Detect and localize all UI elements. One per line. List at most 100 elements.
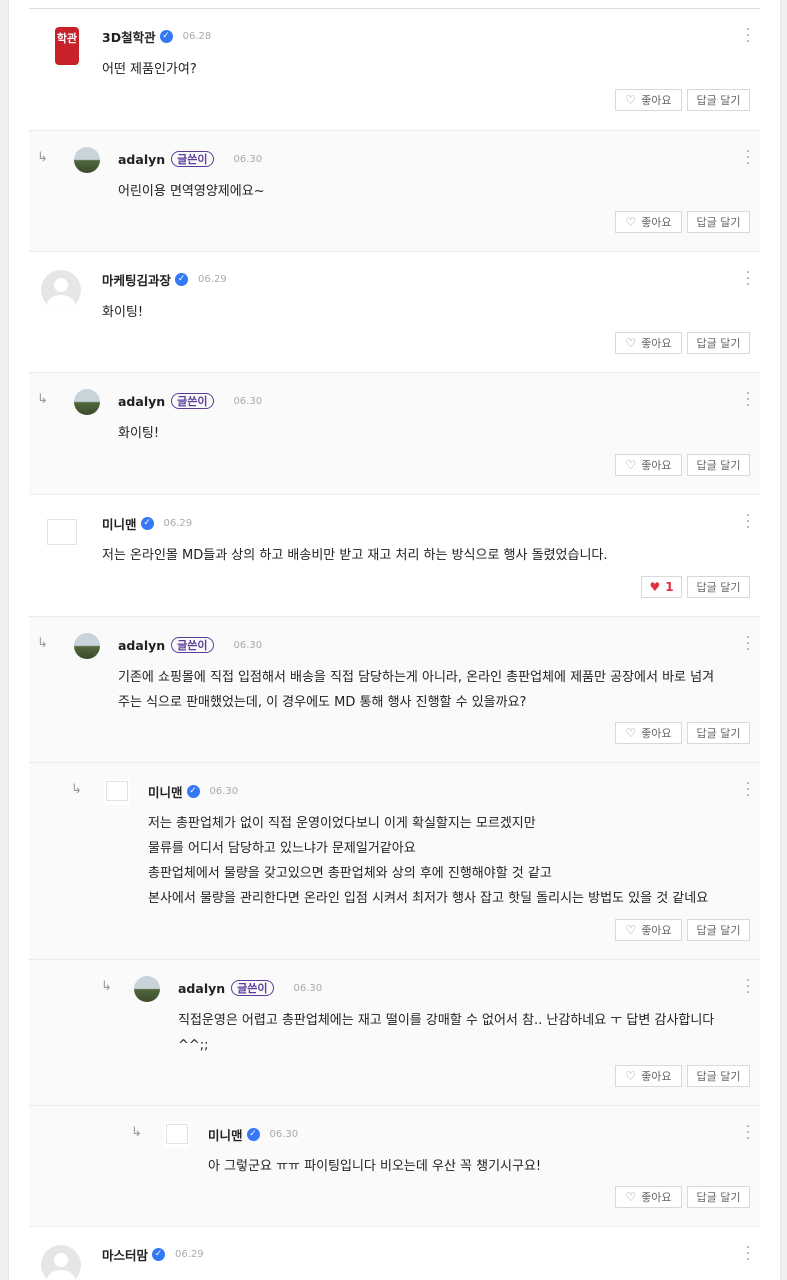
like-button[interactable]: ♡ 좋아요: [615, 919, 682, 941]
comment-item: 마케팅김과장 ✓ 06.29 화이팅! · · · ♡ 좋아요 답글 달기: [29, 251, 760, 372]
more-vertical-icon[interactable]: · · ·: [744, 23, 752, 49]
like-count: 1: [665, 580, 674, 594]
heart-icon: ♡: [625, 336, 637, 350]
comment-header: adalyn 글쓴이 06.30: [118, 150, 262, 168]
like-button[interactable]: ♡ 좋아요: [615, 211, 682, 233]
avatar[interactable]: [164, 1122, 190, 1148]
author-name[interactable]: adalyn: [118, 394, 165, 409]
more-vertical-icon[interactable]: · · ·: [744, 631, 752, 657]
more-vertical-icon[interactable]: · · ·: [744, 777, 752, 803]
author-name[interactable]: 미니맨: [208, 1125, 243, 1144]
comment-line: 직접운영은 어렵고 총판업체에는 재고 떨이를 강매할 수 없어서 참.. 난감…: [178, 1013, 715, 1028]
comment-text: 저는 총판업체가 없이 직접 운영이었다보니 이게 확실할지는 모르겠지만 물류…: [148, 811, 708, 911]
comment-text: 저는 온라인몰 MD들과 상의 하고 배송비만 받고 재고 처리 하는 방식으로…: [102, 543, 608, 568]
avatar[interactable]: [41, 1245, 81, 1280]
reply-button[interactable]: 답글 달기: [687, 332, 750, 354]
like-button[interactable]: ♡ 좋아요: [615, 722, 682, 744]
heart-icon: ♡: [625, 215, 637, 229]
avatar[interactable]: [74, 389, 100, 415]
like-label: 좋아요: [641, 1191, 672, 1204]
like-label: 좋아요: [641, 337, 672, 350]
like-button[interactable]: ♡ 좋아요: [615, 1186, 682, 1208]
author-name[interactable]: 마케팅김과장: [102, 270, 171, 289]
reply-button[interactable]: 답글 달기: [687, 722, 750, 744]
comment-line: 주는 식으로 판매했었는데, 이 경우에도 MD 통해 행사 진행할 수 있을까…: [118, 695, 527, 710]
verified-check-icon: ✓: [186, 784, 200, 798]
comment-item: 학관 3D철학관 ✓ 06.28 어떤 제품인가여? · · · ♡ 좋아요 답글 달…: [29, 9, 760, 130]
avatar[interactable]: [41, 270, 81, 310]
reply-button[interactable]: 답글 달기: [687, 89, 750, 111]
reply-arrow-icon: ↳: [37, 636, 48, 651]
reply-button[interactable]: 답글 달기: [687, 1065, 750, 1087]
avatar[interactable]: 학관: [47, 27, 87, 67]
author-name[interactable]: 미니맨: [148, 782, 183, 801]
comment-line: 어떤 제품인가여?: [102, 62, 197, 77]
more-vertical-icon[interactable]: · · ·: [744, 1120, 752, 1146]
avatar[interactable]: [104, 779, 130, 805]
reply-arrow-icon: ↳: [71, 782, 82, 797]
more-vertical-icon[interactable]: · · ·: [744, 145, 752, 171]
comment-header: 마스터맘 ✓ 06.29: [102, 1245, 204, 1263]
reply-button[interactable]: 답글 달기: [687, 211, 750, 233]
comment-actions: ♡ 좋아요 답글 달기: [615, 332, 750, 354]
comment-header: 미니맨 ✓ 06.30: [148, 782, 238, 800]
comment-header: 미니맨 ✓ 06.29: [102, 514, 192, 532]
avatar[interactable]: [74, 633, 100, 659]
like-button[interactable]: ♡ 좋아요: [615, 454, 682, 476]
like-button[interactable]: ♡ 좋아요: [615, 1065, 682, 1087]
more-vertical-icon[interactable]: · · ·: [744, 387, 752, 413]
reply-button[interactable]: 답글 달기: [687, 919, 750, 941]
comment-text: 아 그렇군요 ㅠㅠ 파이팅입니다 비오는데 우산 꼭 챙기시구요!: [208, 1154, 541, 1179]
heart-icon: ♡: [625, 726, 637, 740]
comment-line: 어린이용 면역영양제에요~: [118, 184, 265, 199]
comment-date: 06.30: [233, 153, 263, 165]
comment-item: 마스터맘 ✓ 06.29 · · ·: [29, 1226, 760, 1280]
heart-icon: ♡: [625, 1190, 637, 1204]
verified-check-icon: ✓: [175, 272, 189, 286]
more-vertical-icon[interactable]: · · ·: [744, 974, 752, 1000]
like-button[interactable]: ♥ 1: [641, 576, 682, 598]
author-name[interactable]: adalyn: [178, 981, 225, 996]
comment-header: 3D철학관 ✓ 06.28: [102, 27, 211, 45]
reply-arrow-icon: ↳: [37, 392, 48, 407]
reply-button[interactable]: 답글 달기: [687, 1186, 750, 1208]
like-label: 좋아요: [641, 727, 672, 740]
author-name[interactable]: adalyn: [118, 638, 165, 653]
comment-actions: ♡ 좋아요 답글 달기: [615, 1186, 750, 1208]
more-vertical-icon[interactable]: · · ·: [744, 509, 752, 535]
like-button[interactable]: ♡ 좋아요: [615, 332, 682, 354]
like-label: 좋아요: [641, 459, 672, 472]
avatar[interactable]: [41, 513, 81, 553]
author-badge: 글쓴이: [171, 393, 214, 409]
author-name[interactable]: 마스터맘: [102, 1245, 148, 1264]
comment-date: 06.30: [293, 982, 323, 994]
avatar[interactable]: [134, 976, 160, 1002]
author-badge: 글쓴이: [231, 980, 274, 996]
reply-item: ↳ 미니맨 ✓ 06.30 아 그렇군요 ㅠㅠ 파이팅입니다 비오는데 우산 꼭…: [29, 1105, 760, 1226]
more-vertical-icon[interactable]: · · ·: [744, 266, 752, 292]
comment-date: 06.30: [233, 639, 263, 651]
like-button[interactable]: ♡ 좋아요: [615, 89, 682, 111]
comment-header: adalyn 글쓴이 06.30: [178, 979, 322, 997]
author-name[interactable]: adalyn: [118, 152, 165, 167]
avatar[interactable]: [74, 147, 100, 173]
reply-item: ↳ adalyn 글쓴이 06.30 화이팅! · · · ♡ 좋아요 답글 달기: [29, 372, 760, 494]
comment-line: 총판업체에서 물량을 갖고있으면 총판업체와 상의 후에 진행해야할 것 같고: [148, 866, 552, 881]
comment-header: adalyn 글쓴이 06.30: [118, 392, 262, 410]
comment-text: 기존에 쇼핑몰에 직접 입점해서 배송을 직접 담당하는게 아니라, 온라인 총…: [118, 665, 714, 715]
author-name[interactable]: 미니맨: [102, 514, 137, 533]
comment-text: 화이팅!: [102, 300, 143, 325]
doc-thumbnail: [106, 781, 128, 801]
comment-line: 화이팅!: [118, 426, 160, 441]
reply-item: ↳ adalyn 글쓴이 06.30 직접운영은 어렵고 총판업체에는 재고 떨…: [29, 959, 760, 1105]
comment-line: 저는 온라인몰 MD들과 상의 하고 배송비만 받고 재고 처리 하는 방식으로…: [102, 548, 608, 563]
reply-button[interactable]: 답글 달기: [687, 576, 750, 598]
reply-button[interactable]: 답글 달기: [687, 454, 750, 476]
heart-icon: ♡: [625, 93, 637, 107]
comment-text: 어떤 제품인가여?: [102, 57, 197, 82]
author-name[interactable]: 3D철학관: [102, 27, 156, 46]
more-vertical-icon[interactable]: · · ·: [744, 1241, 752, 1267]
comment-header: 미니맨 ✓ 06.30: [208, 1125, 298, 1143]
verified-check-icon: ✓: [159, 29, 173, 43]
like-label: 좋아요: [641, 1070, 672, 1083]
